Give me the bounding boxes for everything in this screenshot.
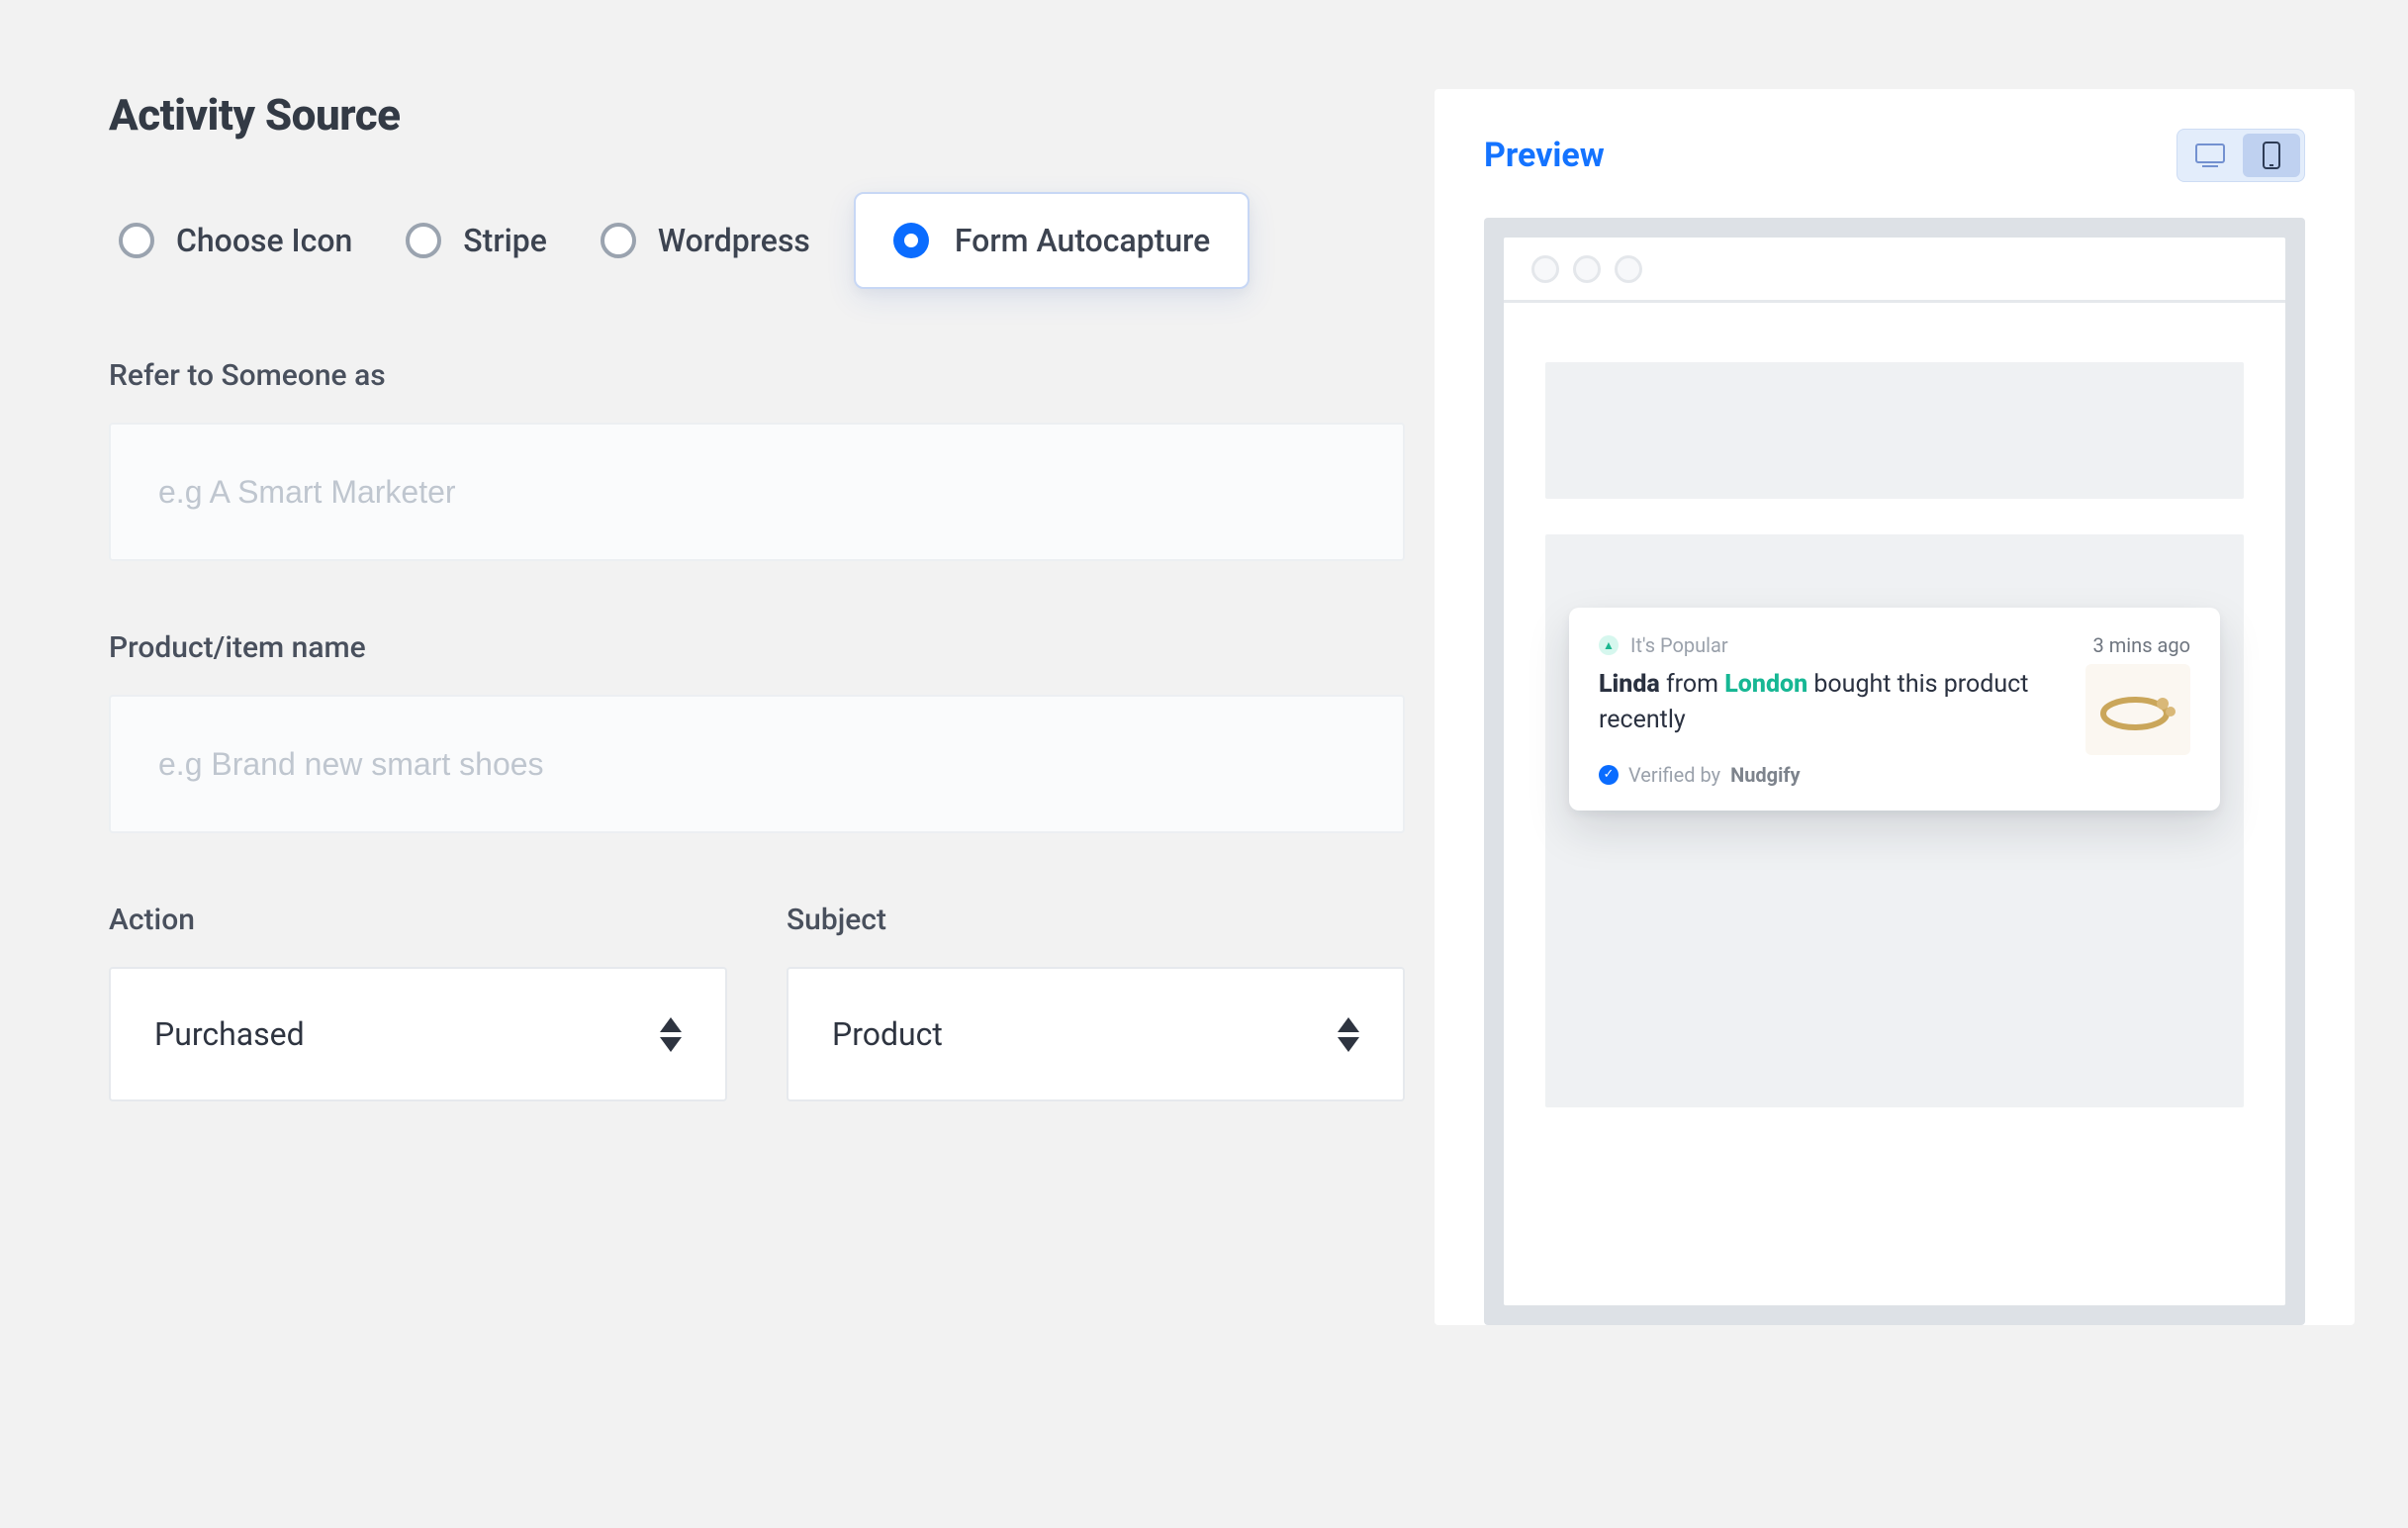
notif-verify: ✓ Verified by Nudgify xyxy=(1599,763,2062,787)
radio-icon xyxy=(893,223,929,258)
radio-icon xyxy=(601,223,636,258)
browser-bar xyxy=(1504,238,2285,303)
preview-panel: Preview xyxy=(1435,89,2355,1325)
refer-label: Refer to Someone as xyxy=(109,358,1405,393)
action-value: Purchased xyxy=(154,1015,305,1053)
product-label: Product/item name xyxy=(109,630,1405,665)
preview-title: Preview xyxy=(1484,136,1605,175)
fire-icon: ▲ xyxy=(1599,635,1619,655)
radio-icon xyxy=(406,223,441,258)
subject-label: Subject xyxy=(787,903,1405,937)
source-label: Choose Icon xyxy=(176,222,352,259)
mobile-icon xyxy=(2262,141,2281,170)
verify-brand: Nudgify xyxy=(1730,763,1801,787)
verify-prefix: Verified by xyxy=(1628,763,1720,787)
source-label: Form Autocapture xyxy=(955,222,1210,259)
notif-container: ▲ It's Popular 3 mins ago Linda from Lon… xyxy=(1545,534,2244,1107)
window-dot-icon xyxy=(1531,255,1559,283)
page-title: Activity Source xyxy=(109,89,1405,141)
window-dot-icon xyxy=(1573,255,1601,283)
source-form-autocapture[interactable]: Form Autocapture xyxy=(854,192,1250,289)
refer-input[interactable] xyxy=(109,423,1405,561)
select-arrows-icon xyxy=(660,1017,682,1052)
notif-message: Linda from London bought this product re… xyxy=(1599,667,2034,739)
source-label: Stripe xyxy=(463,222,547,259)
source-choose-icon[interactable]: Choose Icon xyxy=(109,214,362,267)
device-desktop-button[interactable] xyxy=(2181,134,2239,177)
notif-city: London xyxy=(1724,670,1807,699)
notif-from-word: from xyxy=(1666,670,1718,699)
subject-value: Product xyxy=(832,1015,943,1053)
source-wordpress[interactable]: Wordpress xyxy=(591,214,820,267)
source-stripe[interactable]: Stripe xyxy=(396,214,557,267)
skeleton-block xyxy=(1545,362,2244,499)
action-label: Action xyxy=(109,903,727,937)
action-select[interactable]: Purchased xyxy=(109,967,727,1101)
source-label: Wordpress xyxy=(658,222,810,259)
select-arrows-icon xyxy=(1338,1017,1359,1052)
window-dot-icon xyxy=(1615,255,1642,283)
check-badge-icon: ✓ xyxy=(1599,765,1619,785)
desktop-icon xyxy=(2194,143,2226,168)
notif-person: Linda xyxy=(1599,670,1660,699)
device-toggle xyxy=(2176,129,2305,182)
product-thumbnail xyxy=(2085,664,2190,755)
device-mobile-button[interactable] xyxy=(2243,134,2300,177)
notif-tag: It's Popular xyxy=(1630,633,1728,657)
activity-source-options: Choose Icon Stripe Wordpress Form Autoca… xyxy=(109,192,1405,289)
product-input[interactable] xyxy=(109,695,1405,833)
browser-frame: ▲ It's Popular 3 mins ago Linda from Lon… xyxy=(1504,238,2285,1305)
ring-icon xyxy=(2093,680,2182,739)
preview-canvas: ▲ It's Popular 3 mins ago Linda from Lon… xyxy=(1484,218,2305,1325)
notif-rest: bought this product recently xyxy=(1599,670,2028,734)
subject-select[interactable]: Product xyxy=(787,967,1405,1101)
radio-icon xyxy=(119,223,154,258)
notif-time: 3 mins ago xyxy=(2093,633,2190,657)
notification-card: ▲ It's Popular 3 mins ago Linda from Lon… xyxy=(1569,608,2220,811)
